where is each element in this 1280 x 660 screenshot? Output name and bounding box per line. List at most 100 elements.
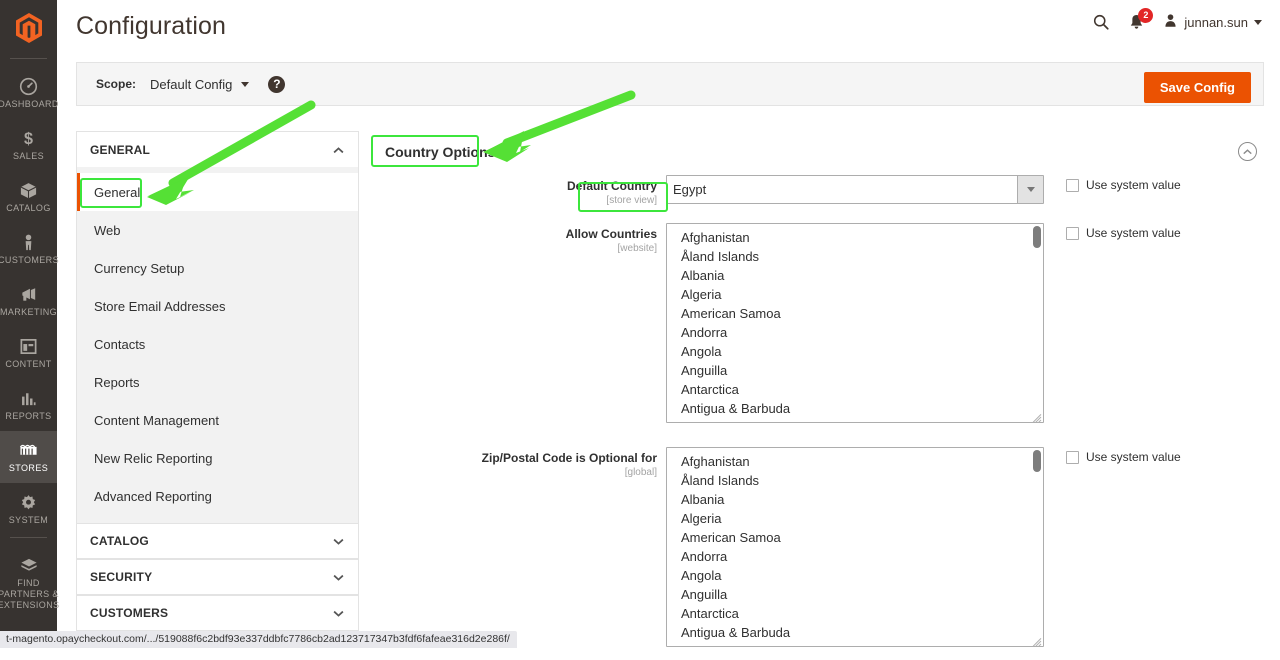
configuration-nav: GENERAL General Web Currency Setup Store… [76, 131, 359, 631]
sidebar-item-currency-setup[interactable]: Currency Setup [77, 249, 358, 287]
list-item[interactable]: Albania [667, 266, 1043, 285]
chevron-down-icon [333, 568, 344, 586]
sidebar-item-label: REPORTS [5, 411, 51, 422]
gear-icon [19, 492, 38, 512]
list-item[interactable]: Angola [667, 566, 1043, 585]
scrollbar-track[interactable] [1033, 226, 1041, 420]
sidebar-item-label: CONTENT [5, 359, 51, 370]
list-item[interactable]: Andorra [667, 323, 1043, 342]
nav-item-label: Advanced Reporting [94, 489, 212, 504]
rail-divider [10, 58, 47, 59]
field-scope-text: [website] [376, 242, 657, 255]
field-label-zip-postal-optional: Zip/Postal Code is Optional for [global] [376, 447, 666, 647]
question-mark-icon[interactable]: ? [268, 76, 285, 93]
sidebar-item-web[interactable]: Web [77, 211, 358, 249]
nav-item-label: Store Email Addresses [94, 299, 226, 314]
use-system-value-label: Use system value [1086, 450, 1181, 464]
list-item[interactable]: Andorra [667, 547, 1043, 566]
chevron-down-icon [333, 532, 344, 550]
nav-section-customers[interactable]: CUSTOMERS [76, 595, 359, 631]
use-system-value-default-country[interactable]: Use system value [1066, 178, 1181, 192]
checkbox[interactable] [1066, 451, 1079, 464]
nav-item-label: New Relic Reporting [94, 451, 213, 466]
scrollbar-thumb[interactable] [1033, 450, 1041, 472]
chevron-up-circle-icon[interactable] [1238, 142, 1257, 161]
magento-logo-icon[interactable] [0, 0, 57, 56]
sidebar-item-new-relic-reporting[interactable]: New Relic Reporting [77, 439, 358, 477]
sidebar-item-store-email-addresses[interactable]: Store Email Addresses [77, 287, 358, 325]
person-icon [19, 232, 38, 252]
list-item[interactable]: Anguilla [667, 361, 1043, 380]
list-item[interactable]: Anguilla [667, 585, 1043, 604]
checkbox[interactable] [1066, 179, 1079, 192]
package-icon [19, 555, 39, 575]
nav-general-items: General Web Currency Setup Store Email A… [76, 167, 359, 523]
dashboard-icon [19, 76, 38, 96]
chevron-down-icon [333, 604, 344, 622]
use-system-value-allow-countries[interactable]: Use system value [1066, 226, 1181, 240]
sidebar-item-stores[interactable]: STORES [0, 431, 57, 483]
sidebar-item-content-management[interactable]: Content Management [77, 401, 358, 439]
field-scope-text: [store view] [376, 194, 657, 207]
bar-chart-icon [19, 388, 38, 408]
resize-grip-icon[interactable] [1032, 411, 1042, 421]
scrollbar-track[interactable] [1033, 450, 1041, 644]
sidebar-item-dashboard[interactable]: DASHBOARD [0, 67, 57, 119]
sidebar-item-marketing[interactable]: MARKETING [0, 275, 57, 327]
default-country-select[interactable]: Egypt [666, 175, 1044, 204]
field-scope-text: [global] [376, 466, 657, 479]
list-item[interactable]: American Samoa [667, 528, 1043, 547]
nav-item-label: Reports [94, 375, 140, 390]
list-item[interactable]: Antarctica [667, 604, 1043, 623]
field-zip-postal-optional: Zip/Postal Code is Optional for [global]… [376, 447, 1264, 647]
list-item[interactable]: Antigua & Barbuda [667, 623, 1043, 642]
search-icon[interactable] [1092, 13, 1110, 31]
nav-section-label: SECURITY [90, 570, 152, 584]
sidebar-item-general[interactable]: General [77, 173, 358, 211]
sidebar-item-customers[interactable]: CUSTOMERS [0, 223, 57, 275]
sidebar-item-contacts[interactable]: Contacts [77, 325, 358, 363]
sidebar-item-advanced-reporting[interactable]: Advanced Reporting [77, 477, 358, 515]
sidebar-item-label: FIND PARTNERS & EXTENSIONS [0, 578, 60, 611]
nav-section-catalog[interactable]: CATALOG [76, 523, 359, 559]
user-menu[interactable]: junnan.sun [1163, 13, 1262, 31]
sidebar-item-catalog[interactable]: CATALOG [0, 171, 57, 223]
nav-section-general[interactable]: GENERAL [76, 131, 359, 167]
use-system-value-label: Use system value [1086, 178, 1181, 192]
sidebar-item-system[interactable]: SYSTEM [0, 483, 57, 535]
zip-postal-optional-multiselect[interactable]: Afghanistan Åland Islands Albania Algeri… [666, 447, 1044, 647]
chevron-down-icon [241, 82, 249, 87]
list-item[interactable]: Antarctica [667, 380, 1043, 399]
sidebar-item-find-partners-extensions[interactable]: FIND PARTNERS & EXTENSIONS [0, 546, 57, 620]
list-item[interactable]: Afghanistan [667, 224, 1043, 247]
list-item[interactable]: Afghanistan [667, 448, 1043, 471]
sidebar-item-reports[interactable]: REPORTS [0, 379, 57, 431]
list-item[interactable]: Antigua & Barbuda [667, 399, 1043, 418]
field-control-allow-countries: Afghanistan Åland Islands Albania Algeri… [666, 223, 1044, 423]
scrollbar-thumb[interactable] [1033, 226, 1041, 248]
list-item[interactable]: Algeria [667, 285, 1043, 304]
sidebar-item-reports[interactable]: Reports [77, 363, 358, 401]
field-label-text: Zip/Postal Code is Optional for [376, 451, 657, 466]
allow-countries-multiselect[interactable]: Afghanistan Åland Islands Albania Algeri… [666, 223, 1044, 423]
nav-section-security[interactable]: SECURITY [76, 559, 359, 595]
list-item[interactable]: Algeria [667, 509, 1043, 528]
nav-item-label: General [94, 185, 140, 200]
list-item[interactable]: Albania [667, 490, 1043, 509]
sidebar-item-content[interactable]: CONTENT [0, 327, 57, 379]
box-icon [19, 180, 38, 200]
list-item[interactable]: American Samoa [667, 304, 1043, 323]
list-item[interactable]: Åland Islands [667, 247, 1043, 266]
scope-selector[interactable]: Default Config [150, 77, 249, 92]
use-system-value-zip-postal-optional[interactable]: Use system value [1066, 450, 1181, 464]
nav-item-label: Content Management [94, 413, 219, 428]
list-item[interactable]: Angola [667, 342, 1043, 361]
list-item[interactable]: Åland Islands [667, 471, 1043, 490]
resize-grip-icon[interactable] [1032, 635, 1042, 645]
checkbox[interactable] [1066, 227, 1079, 240]
notifications-bell-button[interactable]: 2 [1128, 13, 1145, 31]
sidebar-item-sales[interactable]: $ SALES [0, 119, 57, 171]
chevron-down-icon [1254, 20, 1262, 25]
save-config-button[interactable]: Save Config [1144, 72, 1251, 103]
notifications-badge: 2 [1138, 8, 1153, 23]
